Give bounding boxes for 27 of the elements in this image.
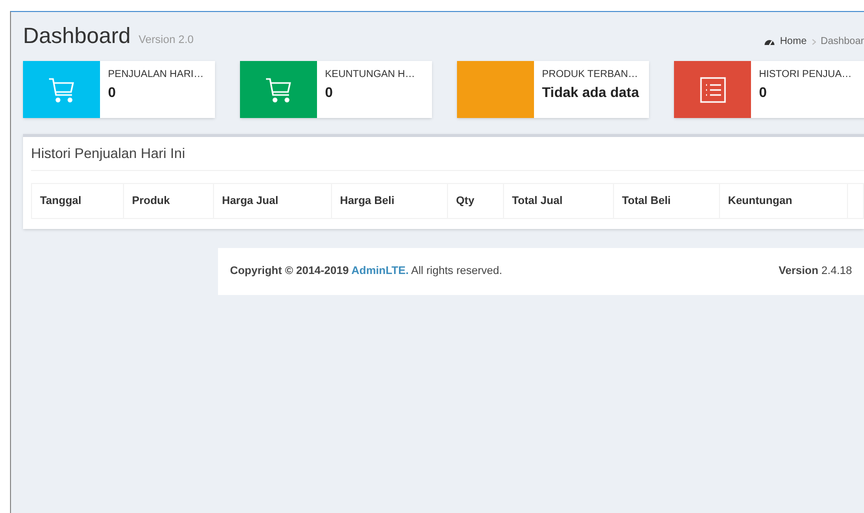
adminlte-link[interactable]: AdminLTE. xyxy=(351,265,409,278)
column-header: Total Jual xyxy=(504,184,614,218)
info-box-label: PENJUALAN HARI… xyxy=(108,68,204,82)
breadcrumb-current: Dashboar xyxy=(820,35,864,49)
info-box-label: HISTORI PENJUA… xyxy=(759,68,852,82)
column-header: Qty xyxy=(448,184,504,218)
column-header: Total Beli xyxy=(614,184,720,218)
column-header: Keuntungan xyxy=(720,184,848,218)
column-header: Tanggal xyxy=(32,184,124,218)
panel-title: Histori Penjualan Hari Ini xyxy=(31,144,186,163)
breadcrumb-link[interactable]: Home xyxy=(780,34,807,49)
info-box-label: PRODUK TERBAN… xyxy=(542,68,639,82)
list-icon xyxy=(698,76,726,104)
page-subtitle: Version 2.0 xyxy=(138,33,194,48)
info-box-value: 0 xyxy=(108,83,117,102)
chevron-icon xyxy=(812,38,816,44)
info-box-value: Tidak ada data xyxy=(542,83,640,102)
column-header: Harga Jual xyxy=(214,184,332,218)
info-box-label: KEUNTUNGAN H… xyxy=(325,68,416,82)
info-box-value: 0 xyxy=(325,83,334,102)
copyright-text: Copyright © 2014-2019 AdminLTE. All rights reserved. xyxy=(230,264,502,280)
dashboard-icon xyxy=(764,37,775,46)
column-header: Produk xyxy=(124,184,214,218)
info-box-value: 0 xyxy=(759,83,768,102)
page-title: Dashboard xyxy=(23,22,131,50)
column-header: Harga Beli xyxy=(332,184,448,218)
version-text: Version 2.4.18 xyxy=(778,264,852,280)
